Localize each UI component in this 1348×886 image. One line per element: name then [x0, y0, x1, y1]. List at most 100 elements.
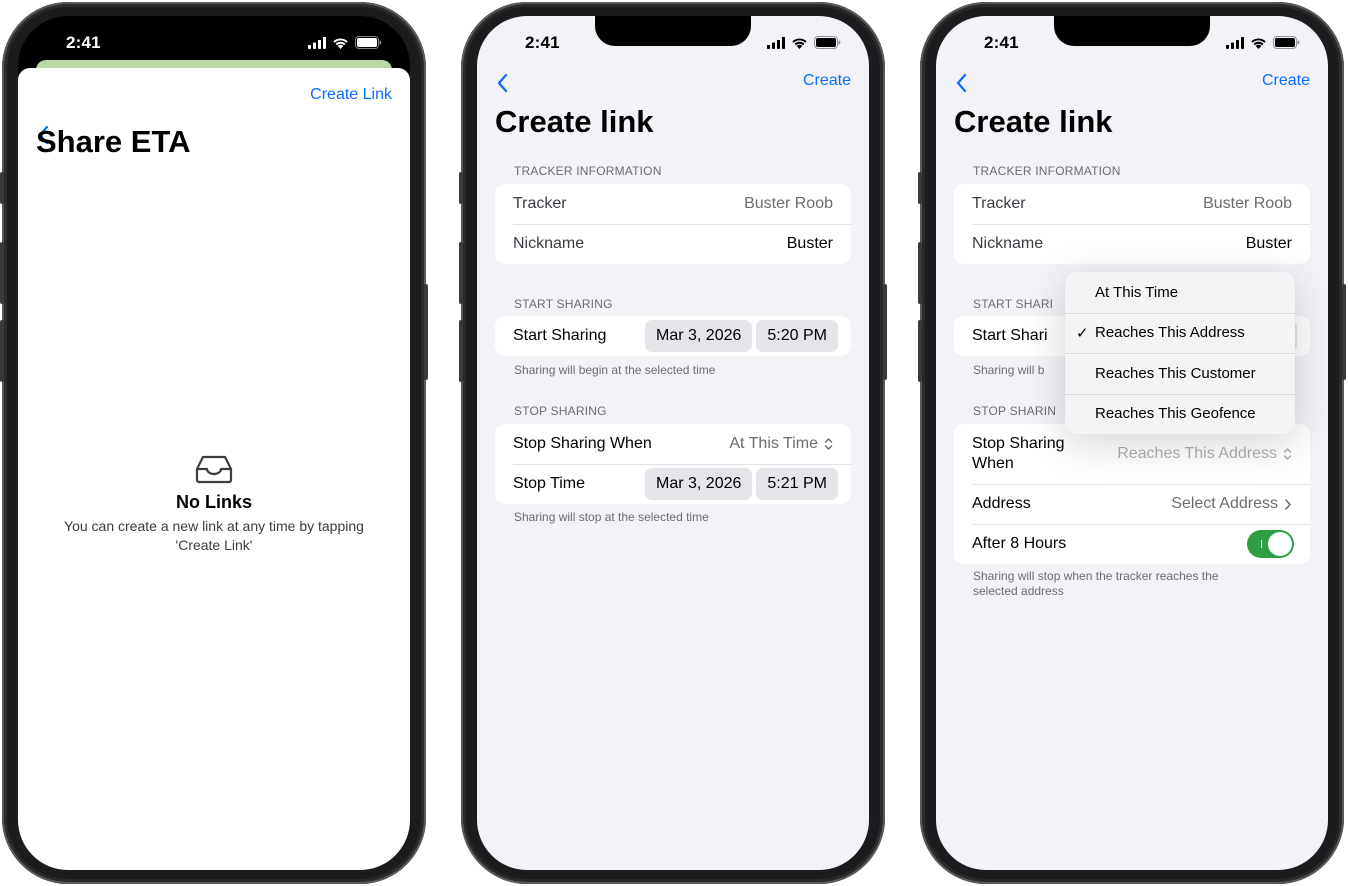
- share-eta-sheet: Create Link Share ETA No Links You can c…: [18, 68, 410, 870]
- page-title: Create link: [954, 104, 1113, 139]
- status-bar: 2:41: [936, 16, 1328, 68]
- create-button[interactable]: Create: [1262, 72, 1310, 90]
- tracker-value: Buster Roob: [744, 195, 833, 212]
- start-sharing-row: Start Sharing Mar 3, 2026 5:20 PM: [495, 316, 851, 356]
- after-hours-row: After 8 Hours: [954, 524, 1310, 564]
- start-sharing-label: Start Shari: [972, 327, 1048, 344]
- stop-when-select[interactable]: At This Time: [729, 435, 833, 453]
- stop-when-menu: At This Time ✓ Reaches This Address Reac…: [1065, 272, 1295, 434]
- screen: 2:41 Create Create link TRACKER INFORMAT…: [477, 16, 869, 870]
- tracker-group: Tracker Buster Roob Nickname Buster: [954, 184, 1310, 264]
- start-sharing-label: Start Sharing: [513, 327, 607, 344]
- section-header-stop: STOP SHARIN: [973, 404, 1057, 418]
- signal-icon: [1226, 36, 1244, 49]
- status-bar: 2:41: [18, 16, 410, 68]
- wifi-icon: [333, 37, 348, 49]
- create-link-button[interactable]: Create Link: [310, 86, 392, 104]
- page-title: Share ETA: [36, 124, 191, 159]
- volume-down-button: [918, 320, 922, 382]
- menu-item-at-this-time[interactable]: At This Time: [1065, 272, 1295, 313]
- phone-share-eta: 2:41 Create Link Share ETA No Links You …: [0, 0, 428, 886]
- address-row[interactable]: Address Select Address: [954, 484, 1310, 524]
- tracker-row: Tracker Buster Roob: [954, 184, 1310, 224]
- back-chevron-icon[interactable]: [954, 72, 968, 94]
- address-label: Address: [972, 495, 1031, 512]
- power-button: [424, 284, 428, 380]
- volume-up-button: [0, 242, 4, 304]
- tracker-group: Tracker Buster Roob Nickname Buster: [495, 184, 851, 264]
- volume-up-button: [459, 242, 463, 304]
- battery-icon: [814, 36, 841, 49]
- stop-when-value: Reaches This Address: [1117, 445, 1277, 462]
- stop-when-row[interactable]: Stop Sharing When At This Time: [495, 424, 851, 464]
- status-time: 2:41: [984, 33, 1019, 52]
- after-hours-label: After 8 Hours: [972, 535, 1067, 552]
- create-button[interactable]: Create: [803, 72, 851, 90]
- select-address-button[interactable]: Select Address: [1171, 495, 1292, 513]
- start-time-picker[interactable]: 5:20 PM: [756, 320, 838, 352]
- battery-icon: [355, 36, 382, 49]
- wifi-icon: [1251, 37, 1266, 49]
- stop-when-value: At This Time: [729, 435, 818, 452]
- section-header-tracker: TRACKER INFORMATION: [514, 164, 662, 178]
- chevron-right-icon: [1285, 498, 1291, 510]
- nickname-label: Nickname: [513, 235, 585, 252]
- menu-item-label: At This Time: [1095, 283, 1179, 301]
- section-header-start: START SHARING: [514, 297, 613, 311]
- section-header-start: START SHARI: [973, 297, 1054, 311]
- stop-time-picker[interactable]: 5:21 PM: [756, 468, 838, 500]
- empty-state: No Links You can create a new link at an…: [18, 454, 410, 555]
- stop-date-picker[interactable]: Mar 3, 2026: [645, 468, 753, 500]
- nickname-row[interactable]: Nickname Buster: [495, 224, 851, 264]
- signal-icon: [308, 36, 326, 49]
- stop-footnote: Sharing will stop at the selected time: [514, 510, 709, 524]
- mute-switch: [0, 172, 4, 204]
- after-hours-toggle[interactable]: [1247, 530, 1294, 558]
- stop-group: Stop Sharing When At This Time Stop Time…: [495, 424, 851, 504]
- nickname-field[interactable]: Buster: [787, 235, 833, 253]
- menu-item-reaches-this-geofence[interactable]: Reaches This Geofence: [1065, 393, 1295, 435]
- nickname-label: Nickname: [972, 235, 1044, 252]
- menu-item-reaches-this-address[interactable]: ✓ Reaches This Address: [1065, 312, 1295, 354]
- start-footnote: Sharing will begin at the selected time: [514, 363, 716, 377]
- stop-when-label-line2: When: [972, 455, 1014, 472]
- battery-icon: [1273, 36, 1300, 49]
- power-button: [883, 284, 887, 380]
- checkmark-icon: ✓: [1076, 324, 1089, 342]
- menu-item-label: Reaches This Customer: [1095, 364, 1256, 382]
- stop-when-label: Stop Sharing When: [972, 434, 1065, 474]
- stop-when-label-line1: Stop Sharing: [972, 435, 1065, 452]
- mute-switch: [918, 172, 922, 204]
- phone-create-link: 2:41 Create Create link TRACKER INFORMAT…: [459, 0, 887, 886]
- tracker-label: Tracker: [513, 195, 567, 212]
- tray-icon: [195, 455, 233, 484]
- tracker-row: Tracker Buster Roob: [495, 184, 851, 224]
- menu-item-label: Reaches This Address: [1095, 324, 1245, 342]
- volume-down-button: [459, 320, 463, 382]
- status-time: 2:41: [525, 33, 560, 52]
- updown-chevron-icon: [824, 438, 833, 450]
- empty-description: You can create a new link at any time by…: [64, 518, 364, 553]
- nickname-field[interactable]: Buster: [1246, 235, 1292, 253]
- stop-time-label: Stop Time: [513, 475, 586, 492]
- nickname-row[interactable]: Nickname Buster: [954, 224, 1310, 264]
- updown-chevron-icon: [1283, 448, 1292, 460]
- menu-item-reaches-this-customer[interactable]: Reaches This Customer: [1065, 353, 1295, 394]
- back-chevron-icon[interactable]: [495, 72, 509, 94]
- stop-group: Stop Sharing When Reaches This Address A…: [954, 424, 1310, 564]
- mute-switch: [459, 172, 463, 204]
- stop-time-row: Stop Time Mar 3, 2026 5:21 PM: [495, 464, 851, 504]
- status-bar: 2:41: [477, 16, 869, 68]
- tracker-value: Buster Roob: [1203, 195, 1292, 212]
- page-title: Create link: [495, 104, 654, 139]
- address-value: Select Address: [1171, 495, 1278, 512]
- wifi-icon: [792, 37, 807, 49]
- volume-up-button: [918, 242, 922, 304]
- signal-icon: [767, 36, 785, 49]
- start-date-picker[interactable]: Mar 3, 2026: [645, 320, 753, 352]
- stop-when-select[interactable]: Reaches This Address: [1117, 445, 1292, 463]
- screen: 2:41 Create Link Share ETA No Links You …: [18, 16, 410, 870]
- phone-create-link-address: 2:41 Create Create link TRACKER INFORMAT…: [918, 0, 1346, 886]
- screen: 2:41 Create Create link TRACKER INFORMAT…: [936, 16, 1328, 870]
- volume-down-button: [0, 320, 4, 382]
